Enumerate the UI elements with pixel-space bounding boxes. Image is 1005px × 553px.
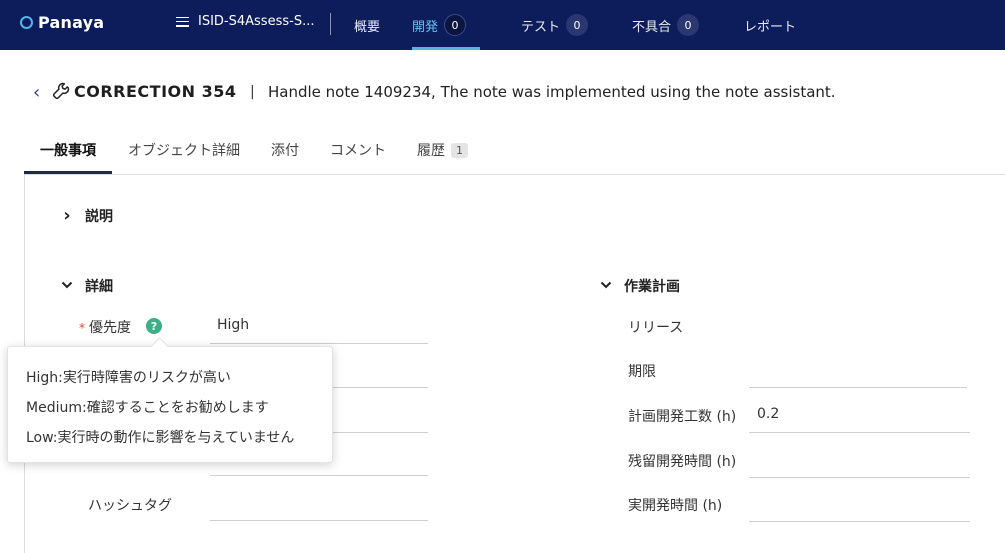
required-marker: * bbox=[79, 321, 85, 335]
tab-comments-label: コメント bbox=[330, 143, 386, 159]
actual-time-underline[interactable] bbox=[749, 521, 970, 522]
tab-general-label: 一般事項 bbox=[40, 143, 96, 159]
tab-history[interactable]: 履歴 1 bbox=[417, 140, 468, 160]
section-description-toggle[interactable]: › 説明 bbox=[61, 206, 113, 226]
remaining-time-underline[interactable] bbox=[749, 477, 970, 478]
priority-label-text: 優先度 bbox=[89, 320, 131, 336]
section-details-toggle[interactable]: 詳細 bbox=[61, 276, 113, 296]
planned-effort-value[interactable]: 0.2 bbox=[757, 406, 779, 422]
nav-tab-reports-label: レポート bbox=[744, 19, 797, 35]
field-underline-4 bbox=[210, 475, 428, 476]
hashtag-field-underline[interactable] bbox=[210, 520, 428, 521]
due-label: 期限 bbox=[628, 364, 656, 380]
planned-effort-label: 計画開発工数 (h) bbox=[628, 409, 737, 425]
project-selector[interactable]: ISID-S4Assess-S... bbox=[176, 14, 314, 29]
nav-tab-development-count: 0 bbox=[444, 14, 467, 36]
priority-value[interactable]: High bbox=[217, 317, 249, 333]
tooltip-line-low: Low:実行時の動作に影響を与えていません bbox=[26, 430, 295, 446]
top-nav-bar: Panaya ISID-S4Assess-S... 概要 開発 0 テスト 0 … bbox=[0, 0, 1005, 50]
section-workplan-toggle[interactable]: 作業計画 bbox=[600, 276, 680, 296]
chevron-right-icon: › bbox=[63, 205, 71, 226]
help-icon[interactable]: ? bbox=[146, 318, 162, 334]
actual-time-label: 実開発時間 (h) bbox=[628, 498, 723, 514]
section-details-title: 詳細 bbox=[85, 279, 113, 295]
page-title: Handle note 1409234, The note was implem… bbox=[268, 83, 836, 101]
tab-divider bbox=[24, 174, 1005, 175]
priority-help-tooltip: High:実行時障害のリスクが高い Medium:確認することをお勧めします L… bbox=[7, 346, 333, 463]
tab-attachments[interactable]: 添付 bbox=[271, 140, 299, 160]
nav-tab-defects[interactable]: 不具合 0 bbox=[632, 0, 700, 50]
tab-object-details-label: オブジェクト詳細 bbox=[128, 143, 240, 159]
tab-comments[interactable]: コメント bbox=[330, 140, 386, 160]
section-description-title: 説明 bbox=[85, 209, 113, 225]
wrench-icon bbox=[52, 82, 70, 100]
tab-history-badge: 1 bbox=[451, 143, 468, 158]
hamburger-menu-icon bbox=[176, 16, 189, 27]
tooltip-line-high: High:実行時障害のリスクが高い bbox=[26, 370, 231, 386]
nav-tab-test[interactable]: テスト 0 bbox=[521, 0, 589, 50]
nav-tab-development[interactable]: 開発 0 bbox=[412, 0, 481, 50]
back-chevron-icon[interactable]: ‹ bbox=[33, 82, 40, 103]
nav-tab-overview[interactable]: 概要 bbox=[354, 0, 380, 50]
panaya-logo[interactable]: Panaya bbox=[20, 13, 104, 32]
nav-tab-defects-label: 不具合 bbox=[632, 19, 672, 35]
priority-label: * 優先度 bbox=[79, 317, 131, 337]
nav-tab-reports[interactable]: レポート bbox=[744, 0, 796, 50]
nav-divider bbox=[330, 13, 331, 35]
remaining-time-label: 残留開発時間 (h) bbox=[628, 454, 737, 470]
chevron-down-icon bbox=[600, 279, 612, 294]
release-label: リリース bbox=[628, 320, 684, 336]
nav-tab-test-count: 0 bbox=[566, 14, 589, 36]
priority-field-underline bbox=[210, 343, 428, 344]
nav-tab-defects-count: 0 bbox=[677, 14, 700, 36]
tab-attachments-label: 添付 bbox=[271, 143, 299, 159]
nav-tab-development-label: 開発 bbox=[412, 19, 439, 35]
chevron-down-shape bbox=[61, 281, 73, 288]
logo-text: Panaya bbox=[38, 13, 105, 32]
section-workplan-title: 作業計画 bbox=[624, 279, 680, 295]
tab-general[interactable]: 一般事項 bbox=[40, 140, 96, 160]
nav-tab-test-label: テスト bbox=[521, 19, 561, 35]
hashtag-label: ハッシュタグ bbox=[88, 498, 172, 514]
project-name: ISID-S4Assess-S... bbox=[198, 14, 315, 29]
tooltip-line-medium: Medium:確認することをお勧めします bbox=[26, 400, 269, 416]
item-id: CORRECTION 354 bbox=[74, 82, 237, 101]
tab-object-details[interactable]: オブジェクト詳細 bbox=[128, 140, 240, 160]
tab-history-label: 履歴 bbox=[417, 143, 445, 159]
title-separator: | bbox=[250, 84, 255, 100]
due-field-underline[interactable] bbox=[749, 387, 967, 388]
planned-effort-underline bbox=[749, 432, 970, 433]
chevron-down-shape bbox=[600, 281, 612, 288]
nav-tab-overview-label: 概要 bbox=[354, 19, 381, 35]
logo-ring-icon bbox=[20, 16, 33, 29]
chevron-down-icon bbox=[61, 279, 73, 294]
